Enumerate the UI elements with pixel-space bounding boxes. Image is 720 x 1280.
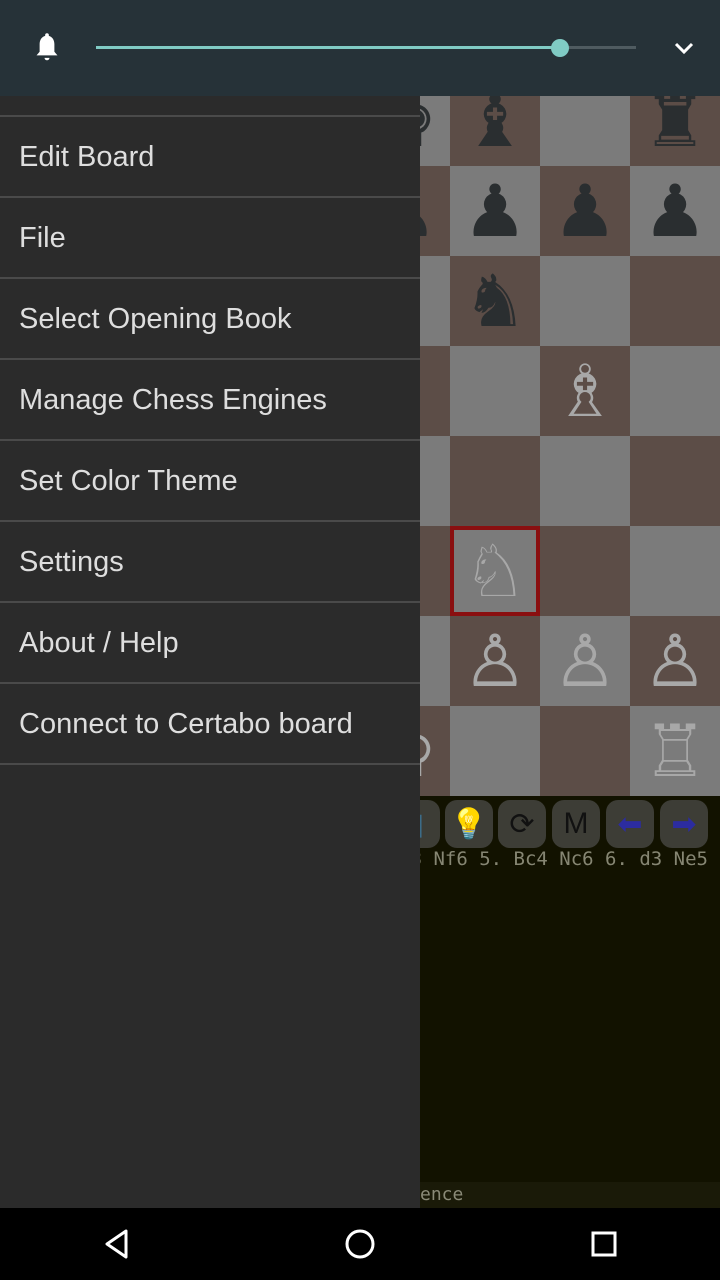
lightbulb-icon: 💡	[450, 807, 488, 841]
slider-thumb[interactable]	[551, 39, 570, 57]
chess-piece[interactable]: ♘	[463, 535, 528, 607]
bell-icon	[36, 33, 58, 61]
board-square[interactable]: ♖	[630, 706, 720, 796]
board-square[interactable]: ♗	[540, 346, 630, 436]
board-square[interactable]: ♙	[450, 616, 540, 706]
arrow-left-icon: ⬅	[617, 807, 643, 841]
board-square[interactable]	[630, 256, 720, 346]
back-icon[interactable]	[102, 1228, 132, 1260]
chess-piece[interactable]: ♗	[553, 355, 618, 427]
board-square[interactable]	[630, 346, 720, 436]
menu-item-manage-chess-engines[interactable]: Manage Chess Engines	[0, 360, 420, 441]
chess-piece[interactable]: ♙	[553, 625, 618, 697]
mode-icon: M	[563, 807, 589, 840]
chess-piece[interactable]: ♟	[643, 175, 708, 247]
board-square[interactable]	[450, 436, 540, 526]
chess-piece[interactable]: ♞	[463, 265, 528, 337]
chevron-down-icon[interactable]	[672, 40, 696, 58]
undo-button[interactable]: ⬅	[606, 800, 654, 848]
menu-item-file[interactable]: File	[0, 198, 420, 279]
board-square[interactable]	[630, 526, 720, 616]
board-square[interactable]: ♙	[630, 616, 720, 706]
menu-item-connect-to-certabo-board[interactable]: Connect to Certabo board	[0, 684, 420, 765]
board-square[interactable]	[540, 256, 630, 346]
menu-item-select-opening-book[interactable]: Select Opening Book	[0, 279, 420, 360]
board-square[interactable]	[540, 706, 630, 796]
mode-button[interactable]: M	[552, 800, 600, 848]
recents-icon[interactable]	[590, 1228, 618, 1260]
board-square[interactable]: ♟	[450, 166, 540, 256]
menu-item-set-color-theme[interactable]: Set Color Theme	[0, 441, 420, 522]
redo-button[interactable]: ➡	[660, 800, 708, 848]
status-text: ence	[420, 1184, 464, 1205]
slider-fill	[96, 46, 561, 49]
menu-item-about-help[interactable]: About / Help	[0, 603, 420, 684]
board-square[interactable]: ♘	[450, 526, 540, 616]
chess-piece[interactable]: ♙	[463, 625, 528, 697]
menu-item-edit-board[interactable]: Edit Board	[0, 117, 420, 198]
board-square[interactable]: ♞	[450, 256, 540, 346]
flip-button[interactable]: ⟳	[498, 800, 546, 848]
volume-panel	[0, 0, 720, 96]
home-icon[interactable]	[344, 1228, 376, 1260]
system-nav-bar	[0, 1208, 720, 1280]
chess-piece[interactable]: ♟	[553, 175, 618, 247]
board-square[interactable]	[450, 706, 540, 796]
board-square[interactable]: ♟	[540, 166, 630, 256]
board-square[interactable]	[540, 526, 630, 616]
board-square[interactable]: ♙	[540, 616, 630, 706]
board-square[interactable]	[450, 346, 540, 436]
chess-piece[interactable]: ♟	[463, 175, 528, 247]
navigation-drawer: Edit Board File Select Opening Book Manage …	[0, 96, 420, 1208]
board-square[interactable]	[540, 436, 630, 526]
chess-piece[interactable]: ♖	[643, 715, 708, 787]
board-square[interactable]	[630, 436, 720, 526]
volume-slider[interactable]	[96, 38, 636, 58]
chess-piece[interactable]: ♙	[643, 625, 708, 697]
board-square[interactable]: ♟	[630, 166, 720, 256]
menu-item-settings[interactable]: Settings	[0, 522, 420, 603]
refresh-icon: ⟳	[509, 807, 535, 841]
hint-button[interactable]: 💡	[445, 800, 493, 848]
arrow-right-icon: ➡	[671, 807, 697, 841]
move-list[interactable]: 3 Nf6 5. Bc4 Nc6 6. d3 Ne5	[411, 848, 708, 870]
